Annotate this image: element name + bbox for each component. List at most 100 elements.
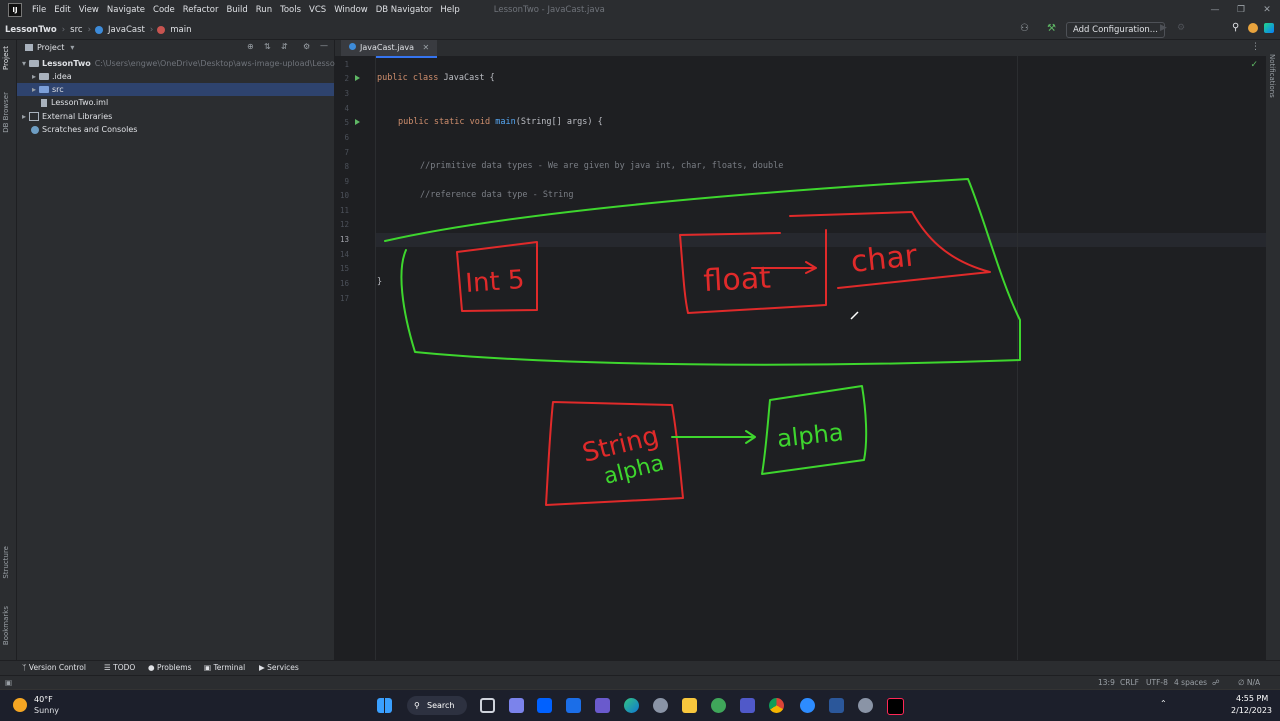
debug-icon[interactable]: ⚙ [1177,23,1185,33]
status-bar: ▣ 13:9 CRLF UTF-8 4 spaces ☍ ∅ N/A [0,675,1280,690]
menu-file[interactable]: File [28,5,50,15]
edge-browser-icon[interactable] [624,698,639,713]
expand-all-icon[interactable]: ⇅ [264,42,271,51]
notifications-tool-tab[interactable]: Notifications [1268,54,1276,98]
more-options-icon[interactable]: ⋮ [1251,42,1260,52]
tray-chevron-icon[interactable]: ⌃ [1160,699,1167,708]
tree-item-scratches[interactable]: Scratches and Consoles [17,123,334,136]
gear-icon[interactable]: ⚙ [303,42,310,51]
chevron-right-icon[interactable]: ▸ [29,70,39,83]
search-icon[interactable]: ⚲ [1232,22,1239,33]
structure-tool-tab[interactable]: Structure [2,546,10,579]
problems-tool[interactable]: ● Problems [148,663,192,672]
task-view-icon[interactable] [480,698,495,713]
indent-setting[interactable]: 4 spaces [1174,678,1207,687]
menu-vcs[interactable]: VCS [305,5,330,15]
db-browser-tool-tab[interactable]: DB Browser [2,92,10,133]
code-line-8[interactable]: //primitive data types - We are given by… [420,161,783,171]
menu-edit[interactable]: Edit [50,5,74,15]
file-explorer-icon[interactable] [682,698,697,713]
line-separator[interactable]: CRLF [1120,678,1139,687]
start-windows-icon[interactable] [377,698,392,713]
run-icon[interactable]: ▶ [1160,23,1167,33]
word-icon[interactable] [829,698,844,713]
menu-view[interactable]: View [75,5,103,15]
code-line-5[interactable]: public static void main(String[] args) { [398,117,603,127]
version-control-tool[interactable]: ᛉ Version Control [22,663,86,672]
jetbrains-icon[interactable] [1264,23,1274,33]
app-leaf-icon[interactable] [711,698,726,713]
update-icon[interactable] [1248,23,1258,33]
user-icon[interactable]: ⚇ [1020,23,1029,34]
breadcrumb-class[interactable]: JavaCast [103,25,150,35]
menu-tools[interactable]: Tools [276,5,305,15]
menu-window[interactable]: Window [330,5,372,15]
zoom-icon[interactable] [800,698,815,713]
power-automate-icon[interactable] [595,698,610,713]
menu-refactor[interactable]: Refactor [179,5,223,15]
search-icon: ⚲ [414,701,420,710]
chevron-right-icon[interactable]: ▸ [19,110,29,123]
menu-help[interactable]: Help [436,5,463,15]
java-class-icon [94,25,103,34]
project-panel-title[interactable]: Project [37,43,64,52]
code-line-2[interactable]: public class JavaCast { [377,73,495,83]
hide-panel-icon[interactable]: — [320,41,328,50]
build-hammer-icon[interactable]: ⚒ [1047,23,1056,34]
tree-item-idea[interactable]: ▸ .idea [17,70,334,83]
intellij-logo-icon[interactable]: IJ [8,3,22,17]
r-app-icon[interactable] [653,698,668,713]
project-tool-tab[interactable]: Project [2,46,10,70]
close-icon[interactable]: ✕ [1254,5,1280,15]
todo-tool[interactable]: ☰ TODO [104,663,135,672]
taskbar-search[interactable]: ⚲ Search [407,696,467,715]
weather-sun-icon[interactable] [13,698,27,712]
bookmarks-tool-tab[interactable]: Bookmarks [2,606,10,645]
add-configuration-button[interactable]: Add Configuration... [1066,22,1165,38]
menu-db-navigator[interactable]: DB Navigator [372,5,437,15]
vcs-status[interactable]: ∅ N/A [1238,678,1260,687]
breadcrumb-method[interactable]: main [165,25,196,35]
chevron-right-icon[interactable]: ▸ [29,83,39,96]
line-number: 11 [339,206,349,215]
close-tab-icon[interactable]: ✕ [423,43,430,52]
code-line-10[interactable]: //reference data type - String [420,190,574,200]
menu-build[interactable]: Build [222,5,251,15]
breadcrumb-src[interactable]: src [65,25,87,35]
inspection-ok-icon[interactable]: ✓ [1250,60,1258,70]
caret-position[interactable]: 13:9 [1098,678,1115,687]
settings-gear-icon[interactable] [858,698,873,713]
menu-code[interactable]: Code [149,5,179,15]
terminal-tool[interactable]: ▣ Terminal [204,663,245,672]
intellij-taskbar-icon[interactable] [887,698,904,715]
line-number: 13 [339,235,349,244]
tree-item-external-libraries[interactable]: ▸ External Libraries [17,110,334,123]
mail-icon[interactable] [566,698,581,713]
tree-item-iml[interactable]: LessonTwo.iml [17,96,334,109]
chevron-down-icon[interactable]: ▾ [19,57,29,70]
date[interactable]: 2/12/2023 [1231,706,1272,715]
services-tool[interactable]: ▶ Services [259,663,299,672]
collapse-all-icon[interactable]: ⇵ [281,42,288,51]
lock-icon[interactable]: ☍ [1212,678,1220,687]
dropbox-icon[interactable] [537,698,552,713]
code-line-16[interactable]: } [377,277,382,287]
minimize-icon[interactable]: — [1202,5,1228,15]
teams-chat-icon[interactable] [509,698,524,713]
tree-item-lessontwo[interactable]: ▾ LessonTwo C:\Users\engwe\OneDrive\Deskto… [17,57,355,70]
menu-run[interactable]: Run [252,5,276,15]
menu-navigate[interactable]: Navigate [103,5,149,15]
restore-icon[interactable]: ❐ [1228,5,1254,15]
run-gutter-icon[interactable] [355,119,360,125]
locate-icon[interactable]: ⊕ [247,42,254,51]
tree-item-src[interactable]: ▸ src [17,83,334,96]
toggle-panels-icon[interactable]: ▣ [5,678,12,687]
chrome-icon[interactable] [769,698,784,713]
time[interactable]: 4:55 PM [1236,694,1268,703]
run-gutter-icon[interactable] [355,75,360,81]
teams-icon[interactable] [740,698,755,713]
file-encoding[interactable]: UTF-8 [1146,678,1168,687]
breadcrumb-project[interactable]: LessonTwo [0,25,62,35]
chevron-down-icon[interactable]: ▾ [70,43,74,52]
list-icon: ☰ [104,663,111,672]
